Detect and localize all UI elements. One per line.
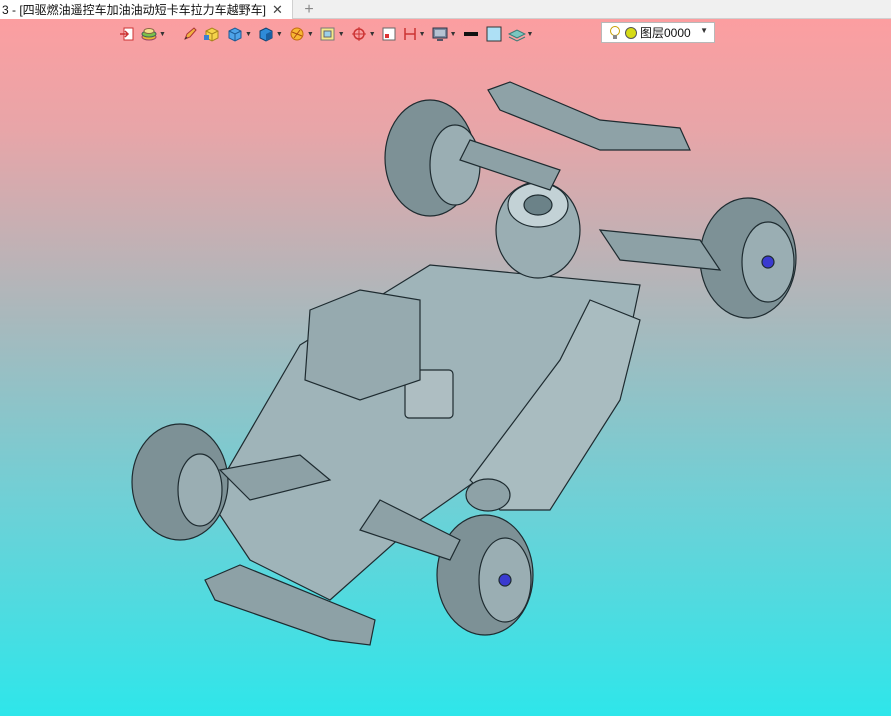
model-viewport[interactable] [0,48,891,716]
toolbar: ▼ ▼ ▼ ▼ ▼ ▼ ▼ ▼ ▼ [118,22,534,46]
crosshair-icon[interactable]: ▼ [349,23,377,45]
document-tab-title: 3 - [四驱燃油遥控车加油油动短卡车拉力车越野车] [2,3,267,17]
exit-icon[interactable] [118,23,136,45]
fill-color-icon[interactable] [484,23,504,45]
tab-bar: 3 - [四驱燃油遥控车加油油动短卡车拉力车越野车] ✕ + [0,0,891,19]
layer-label: 图层0000 [640,26,691,40]
receiver-box [304,289,421,401]
close-icon[interactable]: ✕ [272,2,283,18]
stack-icon[interactable]: ▼ [507,23,535,45]
frame-icon[interactable]: ▼ [318,23,346,45]
light-dot-icon [625,26,637,39]
layers-stack-icon[interactable]: ▼ [139,23,167,45]
dimension-icon[interactable]: ▼ [401,23,427,45]
document-tab[interactable]: 3 - [四驱燃油遥控车加油油动短卡车拉力车越野车] ✕ [0,0,293,19]
rc-car-model [131,81,797,646]
rear-wing-plate [487,81,691,151]
sun-render-icon[interactable]: ▼ [287,23,315,45]
layer-select[interactable]: 图层0000 ▼ [601,22,715,43]
bulb-icon [610,25,620,39]
display-icon[interactable]: ▼ [430,23,458,45]
wheel-rear-right [699,197,797,319]
wheel-front-right [436,514,534,636]
box-yellow-icon[interactable] [202,23,222,45]
line-color-icon[interactable] [461,23,481,45]
cube-blue-icon[interactable]: ▼ [225,23,253,45]
pencil-icon[interactable] [181,23,199,45]
grid-icon[interactable] [380,23,398,45]
chevron-down-icon[interactable]: ▼ [700,26,708,35]
cube-shaded-icon[interactable]: ▼ [256,23,284,45]
add-tab-icon[interactable]: + [300,0,318,19]
wheel-front-left [131,423,229,541]
